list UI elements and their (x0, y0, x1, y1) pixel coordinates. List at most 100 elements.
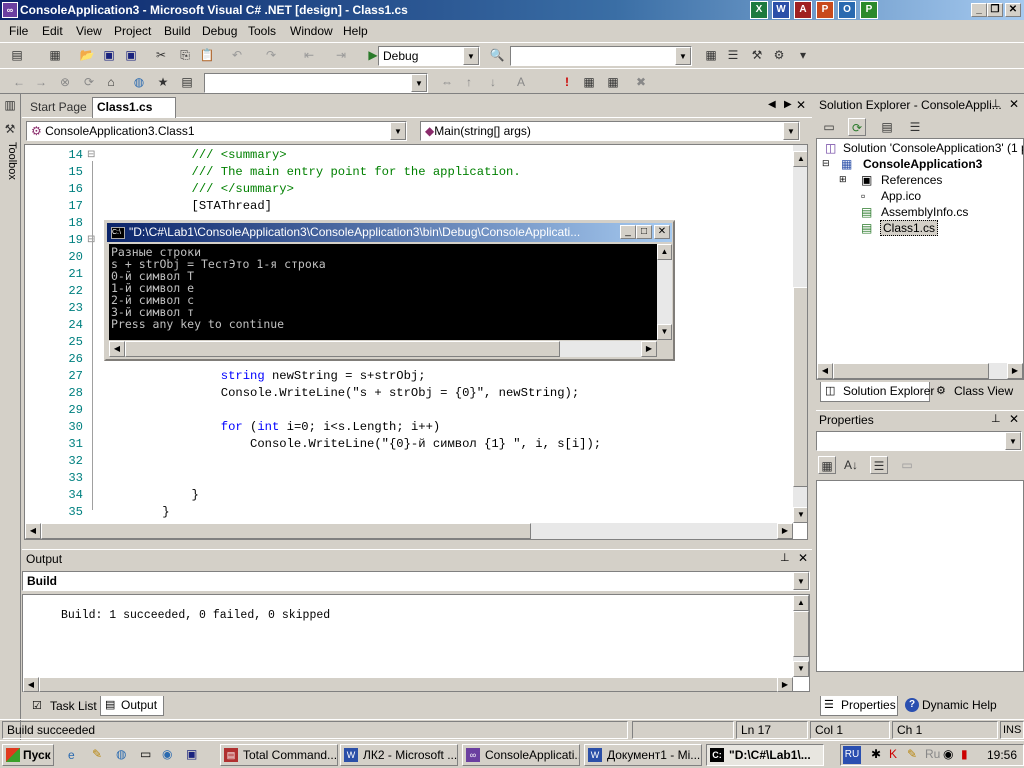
table-icon[interactable]: ▦ (580, 73, 598, 91)
properties-icon[interactable]: ☰ (906, 118, 924, 136)
search-web-icon[interactable]: ◍ (130, 73, 148, 91)
menu-project[interactable]: Project (114, 24, 151, 38)
tab-dynamic-help[interactable]: ? Dynamic Help (902, 696, 1002, 716)
console-window[interactable]: C:\ "D:\C#\Lab1\ConsoleApplication3\Conso… (104, 220, 675, 361)
minimize-button[interactable]: _ (971, 3, 987, 17)
class-view-icon[interactable]: ⚙ (770, 46, 788, 64)
tab-task-list[interactable]: ☑ Task List (28, 696, 98, 716)
tree-project[interactable]: ConsoleApplication3 (863, 157, 982, 171)
tray-media-icon[interactable]: ◉ (943, 747, 953, 761)
menu-build[interactable]: Build (164, 24, 191, 38)
scroll-right-icon[interactable]: ▶ (777, 677, 793, 692)
access-icon[interactable]: A (794, 1, 812, 19)
solution-hscroll[interactable]: ◀ ▶ (817, 363, 1023, 379)
scroll-right-icon[interactable]: ▶ (777, 523, 793, 539)
console-hscroll[interactable]: ◀ ▶ (109, 341, 657, 357)
console-maximize-button[interactable]: □ (636, 225, 652, 239)
chevron-down-icon[interactable]: ▼ (783, 122, 799, 140)
taskbar-button[interactable]: C: "D:\C#\Lab1\... (706, 744, 824, 766)
font-size-icon[interactable]: A (512, 73, 530, 91)
stop-icon[interactable]: ⊗ (56, 73, 74, 91)
scroll-up-icon[interactable]: ▲ (793, 595, 809, 611)
scroll-left-icon[interactable]: ◀ (25, 523, 41, 539)
back-arrow-icon[interactable]: ← (10, 73, 28, 91)
output-hscroll-thumb[interactable] (39, 677, 779, 692)
redo-icon[interactable]: ↷ (262, 46, 280, 64)
solution-tree[interactable]: ◫ Solution 'ConsoleApplication3' (1 proj… (816, 138, 1024, 380)
tree-class1[interactable]: Class1.cs (880, 220, 939, 236)
excel-icon[interactable]: X (750, 1, 768, 19)
editor-vscroll-thumb[interactable] (793, 287, 807, 487)
find-combo[interactable]: ▼ (510, 46, 692, 66)
close-output-icon[interactable]: ✕ (798, 551, 808, 565)
move-down-icon[interactable]: ↓ (484, 73, 502, 91)
scroll-up-icon[interactable]: ▲ (793, 151, 807, 167)
tab-start-page[interactable]: Start Page (30, 100, 87, 114)
navigate-back-icon[interactable]: ⇤ (300, 46, 318, 64)
pin-icon[interactable]: ⊥ (991, 97, 1001, 110)
media-icon[interactable]: ◉ (162, 747, 172, 761)
project-icon[interactable]: P (860, 1, 878, 19)
add-favorite-icon[interactable]: ▤ (178, 73, 196, 91)
close-solution-explorer-icon[interactable]: ✕ (1009, 97, 1019, 111)
close-document-icon[interactable]: ✕ (796, 98, 806, 112)
console-close-button[interactable]: ✕ (654, 225, 670, 239)
favorites-icon[interactable]: ★ (154, 73, 172, 91)
tray-tool-icon[interactable]: ✱ (871, 747, 881, 761)
scroll-down-icon[interactable]: ▼ (793, 507, 807, 523)
add-item-icon[interactable]: ▦ (46, 46, 64, 64)
close-properties-icon[interactable]: ✕ (1009, 412, 1019, 426)
solution-config-combo[interactable]: Debug ▼ (378, 46, 480, 66)
properties-grid[interactable] (816, 480, 1024, 672)
server-explorer-icon[interactable]: ▥ (1, 96, 19, 114)
scroll-left-icon[interactable]: ◀ (817, 363, 833, 379)
menu-debug[interactable]: Debug (202, 24, 237, 38)
menu-edit[interactable]: Edit (42, 24, 63, 38)
chevron-down-icon[interactable]: ▼ (463, 47, 479, 65)
edit-quicklaunch-icon[interactable]: ✎ (92, 747, 102, 761)
start-button[interactable]: Пуск (2, 744, 54, 766)
tab-properties[interactable]: ☰ Properties (820, 696, 898, 716)
undo-icon[interactable]: ↶ (228, 46, 246, 64)
toolbox-tab-icon[interactable]: ⚒ (1, 120, 19, 138)
grid-icon[interactable]: ▦ (604, 73, 622, 91)
close-button[interactable]: ✕ (1005, 3, 1021, 17)
member-combo[interactable]: ◆Main(string[] args) ▼ (420, 121, 800, 141)
scroll-right-icon[interactable]: ▶ (1007, 363, 1023, 379)
scroll-left-icon[interactable]: ◀ (23, 677, 39, 692)
forward-arrow-icon[interactable]: → (32, 73, 50, 91)
other-windows-icon[interactable]: ▾ (794, 46, 812, 64)
properties-window-icon[interactable]: ☰ (724, 46, 742, 64)
open-file-icon[interactable]: 📂 (78, 46, 96, 64)
tab-class1[interactable]: Class1.cs (92, 97, 176, 118)
tray-antivirus-icon[interactable]: ▮ (961, 747, 968, 761)
pin-icon[interactable]: ⊥ (780, 551, 790, 564)
toolbox-tab[interactable]: Toolbox (2, 142, 18, 282)
solution-hscroll-thumb[interactable] (833, 363, 989, 379)
menu-window[interactable]: Window (290, 24, 333, 38)
tray-lang-icon[interactable]: Ru (925, 747, 940, 761)
word-icon[interactable]: W (772, 1, 790, 19)
pin-icon[interactable]: ⊥ (991, 412, 1001, 425)
scroll-down-icon[interactable]: ▼ (657, 324, 672, 340)
chevron-down-icon[interactable]: ▼ (390, 122, 406, 140)
tree-app-ico[interactable]: App.ico (881, 189, 921, 203)
taskbar-button[interactable]: W ЛК2 - Microsoft ... (340, 744, 458, 766)
outlook-icon[interactable]: O (838, 1, 856, 19)
refresh-icon[interactable]: ⟳ (80, 73, 98, 91)
console-hscroll-thumb[interactable] (125, 341, 560, 357)
breakpoint-icon[interactable]: ! (558, 73, 576, 91)
ie-icon[interactable]: e (68, 748, 75, 762)
scroll-down-icon[interactable]: ▼ (793, 661, 809, 677)
expand-icon[interactable]: ⊞ (839, 174, 847, 185)
home-icon[interactable]: ⌂ (102, 73, 120, 91)
menu-view[interactable]: View (76, 24, 102, 38)
tab-scroll-left-icon[interactable]: ◀ (768, 99, 776, 110)
class-combo[interactable]: ⚙ ConsoleApplication3.Class1 ▼ (26, 121, 407, 141)
output-vscroll[interactable]: ▲ ▼ (793, 595, 809, 677)
save-quicklaunch-icon[interactable]: ▣ (186, 747, 197, 761)
menu-tools[interactable]: Tools (248, 24, 276, 38)
output-text-area[interactable]: Build: 1 succeeded, 0 failed, 0 skipped … (22, 594, 810, 692)
navigate-forward-icon[interactable]: ⇥ (332, 46, 350, 64)
collapse-icon[interactable]: ⊟ (822, 158, 830, 169)
